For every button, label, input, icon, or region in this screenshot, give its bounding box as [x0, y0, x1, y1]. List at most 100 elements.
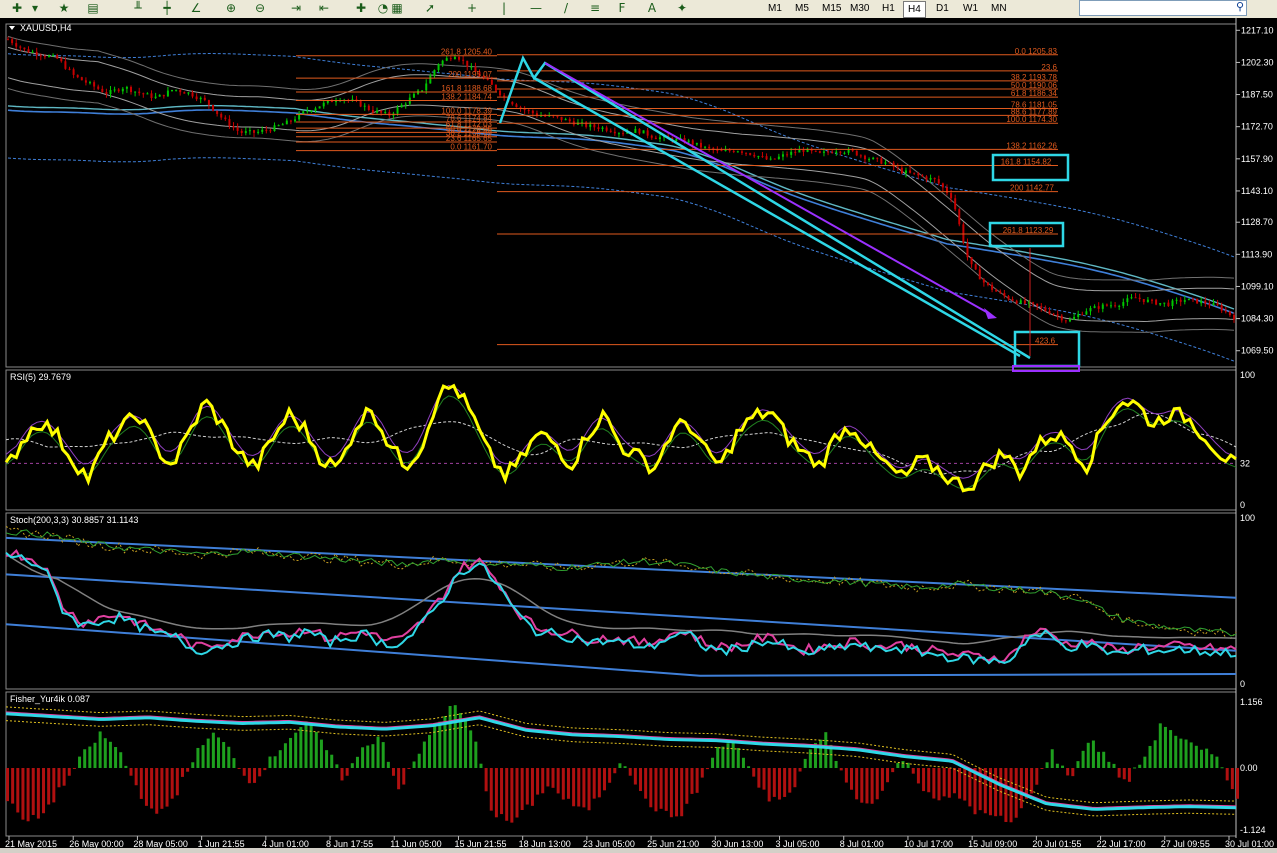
fisher-hist-bar	[206, 738, 210, 768]
zoom-in-icon[interactable]: ⊕	[222, 1, 240, 16]
candle-body	[1040, 306, 1043, 308]
timeframe-h1-button[interactable]: H1	[878, 1, 899, 16]
fisher-hist-bar	[530, 768, 534, 806]
fisher-hist-bar	[886, 768, 890, 783]
candle-body	[84, 80, 87, 83]
new-chart-icon[interactable]: ✚	[8, 1, 26, 16]
line-chart-icon[interactable]: ∠	[187, 1, 205, 16]
cursor-icon[interactable]: ➚	[421, 1, 439, 16]
fisher-hist-bar	[21, 768, 25, 820]
candle-body	[171, 90, 174, 92]
candle-body	[404, 103, 407, 105]
candle-body	[511, 101, 514, 105]
fisher-hist-bar	[865, 768, 869, 804]
candle-body	[798, 149, 801, 153]
fisher-hist-bar	[705, 768, 709, 770]
fisher-hist-bar	[36, 768, 40, 819]
horizontal-line-icon[interactable]: —	[527, 1, 545, 16]
fisher-hist-bar	[1169, 730, 1173, 768]
candle-body	[281, 124, 284, 126]
candle-body	[982, 279, 985, 283]
fisher-hist-bar	[103, 738, 107, 768]
fisher-hist-bar	[798, 768, 802, 772]
candle-body	[790, 151, 793, 155]
zoom-out-icon[interactable]: ⊖	[251, 1, 269, 16]
timeframe-mn-button[interactable]: MN	[987, 1, 1011, 16]
fisher-hist-bar	[1102, 751, 1106, 768]
fibonacci-icon[interactable]: F	[613, 1, 631, 16]
fisher-hist-bar	[1184, 739, 1188, 768]
candle-body	[1064, 320, 1067, 322]
candle-body	[831, 152, 834, 154]
time-tick-label: 8 Jul 01:00	[840, 839, 884, 848]
timeframe-m1-button[interactable]: M1	[764, 1, 786, 16]
timeframe-m30-button[interactable]: M30	[846, 1, 873, 16]
candle-body	[441, 60, 444, 65]
fisher-hist-bar	[165, 768, 169, 807]
timeframe-d1-button[interactable]: D1	[932, 1, 953, 16]
candle-body	[1216, 303, 1219, 306]
rsi-tick-label: 0	[1240, 500, 1245, 510]
stoch-blue-line-1	[5, 536, 1237, 599]
arrows-icon[interactable]: ✦	[673, 1, 691, 16]
indicators-icon[interactable]: ✚	[352, 1, 370, 16]
candle-body	[1179, 299, 1182, 302]
candle-body	[1060, 315, 1063, 321]
favorites-star-icon[interactable]: ★	[55, 1, 73, 16]
templates-icon[interactable]: ▦	[388, 1, 406, 16]
candle-body	[179, 89, 182, 93]
fisher-hist-bar	[391, 768, 395, 776]
candle-body	[966, 242, 969, 258]
fisher-hist-bar	[217, 737, 221, 768]
crosshair-icon[interactable]: +	[463, 1, 481, 16]
timeframe-h4-button[interactable]: H4	[903, 1, 926, 18]
fisher-hist-bar	[556, 768, 560, 794]
candle-body	[384, 111, 387, 113]
fisher-hist-bar	[690, 768, 694, 794]
fisher-hist-bar	[67, 768, 71, 776]
candle-body	[1196, 298, 1199, 304]
time-tick-label: 26 May 00:00	[69, 839, 124, 848]
timeframe-w1-button[interactable]: W1	[959, 1, 982, 16]
fisher-hist-bar	[1230, 768, 1234, 790]
candle-body	[412, 93, 415, 98]
fisher-hist-bar	[726, 743, 730, 768]
autoscroll-icon[interactable]: ⇥	[287, 1, 305, 16]
fisher-hist-bar	[515, 768, 519, 818]
vertical-line-icon[interactable]: |	[495, 1, 513, 16]
bar-chart-icon[interactable]: ╨	[129, 1, 147, 16]
candle-body	[1015, 300, 1018, 304]
fisher-hist-bar	[484, 768, 488, 792]
fisher-hist-bar	[783, 768, 787, 797]
candle-body	[904, 170, 907, 174]
chart-window[interactable]: XAUUSD,H4 1217.10 1202.30 1187.50 1172.70 115…	[0, 18, 1277, 849]
fisher-hist-bar	[736, 747, 740, 768]
candle-body	[876, 157, 879, 159]
candle-body	[1187, 298, 1190, 301]
fisher-hist-bar	[283, 743, 287, 768]
text-icon[interactable]: A	[643, 1, 661, 16]
fisher-hist-bar	[1009, 768, 1013, 823]
search-input[interactable]: ⚲	[1079, 0, 1247, 16]
candle-body	[556, 116, 559, 118]
fisher-hist-bar	[469, 730, 473, 768]
candle-body	[699, 142, 702, 148]
candle-body	[835, 151, 838, 153]
fisher-hist-bar	[1220, 767, 1224, 769]
candle-body	[1089, 307, 1092, 312]
profile-icon[interactable]: ▤	[84, 1, 102, 16]
chart-canvas[interactable]: XAUUSD,H4 1217.10 1202.30 1187.50 1172.70 115…	[0, 18, 1277, 849]
timeframe-m5-button[interactable]: M5	[791, 1, 813, 16]
trendline-icon[interactable]: /	[557, 1, 575, 16]
equidistant-channel-icon[interactable]: ≡	[586, 1, 604, 16]
candle-body	[1183, 300, 1186, 302]
dropdown-icon[interactable]: ▾	[26, 1, 44, 16]
candlestick-icon[interactable]: ┿	[158, 1, 176, 16]
fisher-hist-bar	[1122, 768, 1126, 780]
time-tick-label: 22 Jul 17:00	[1097, 839, 1146, 848]
timeframe-m15-button[interactable]: M15	[818, 1, 845, 16]
chart-shift-icon[interactable]: ⇤	[315, 1, 333, 16]
fisher-hist-bar	[988, 768, 992, 816]
fisher-hist-bar	[119, 752, 123, 768]
candle-body	[1155, 299, 1158, 305]
